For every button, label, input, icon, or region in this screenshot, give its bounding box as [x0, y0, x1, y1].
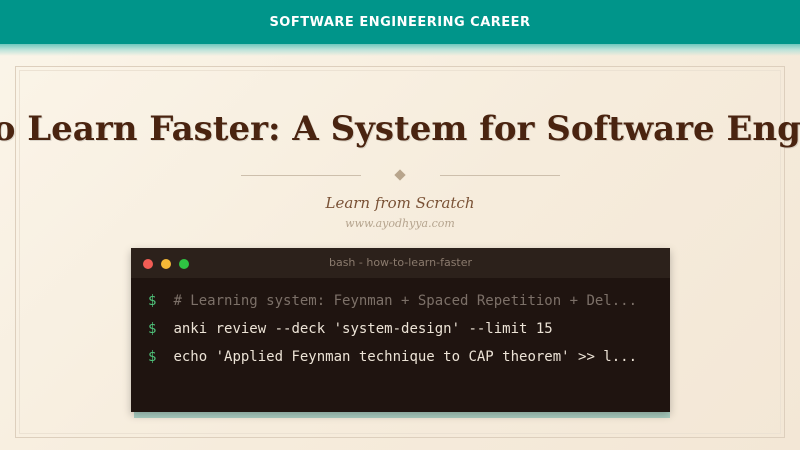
site-url: www.ayodhyya.com — [345, 217, 455, 230]
category-label: SOFTWARE ENGINEERING CAREER — [269, 14, 531, 30]
terminal-window: bash - how-to-learn-faster $ # Learning s… — [131, 248, 670, 412]
terminal-line: $ echo 'Applied Feynman technique to CAP … — [148, 347, 637, 367]
terminal-titlebar: bash - how-to-learn-faster — [131, 248, 670, 278]
terminal-line: $ anki review --deck 'system-design' --li… — [148, 319, 553, 339]
terminal-line-text: # Learning system: Feynman + Spaced Repe… — [173, 293, 638, 309]
terminal-line-text: anki review --deck 'system-design' --lim… — [173, 321, 553, 337]
banner-divider — [0, 44, 800, 56]
prompt-symbol: $ — [148, 293, 157, 309]
article-title-text: How to Learn Faster: A System for Softwa… — [0, 109, 800, 149]
ornament-line-left — [241, 175, 361, 176]
prompt-symbol: $ — [148, 349, 157, 365]
terminal-line-text: echo 'Applied Feynman technique to CAP t… — [173, 349, 638, 365]
article-subtitle: Learn from Scratch — [325, 194, 475, 212]
ornament-line-right — [440, 175, 560, 176]
article-title: How to Learn Faster: A System for Softwa… — [0, 104, 800, 156]
prompt-symbol: $ — [148, 321, 157, 337]
terminal-line: $ # Learning system: Feynman + Spaced Rep… — [148, 291, 637, 311]
category-banner: SOFTWARE ENGINEERING CAREER — [0, 0, 800, 44]
terminal-title: bash - how-to-learn-faster — [328, 256, 473, 269]
